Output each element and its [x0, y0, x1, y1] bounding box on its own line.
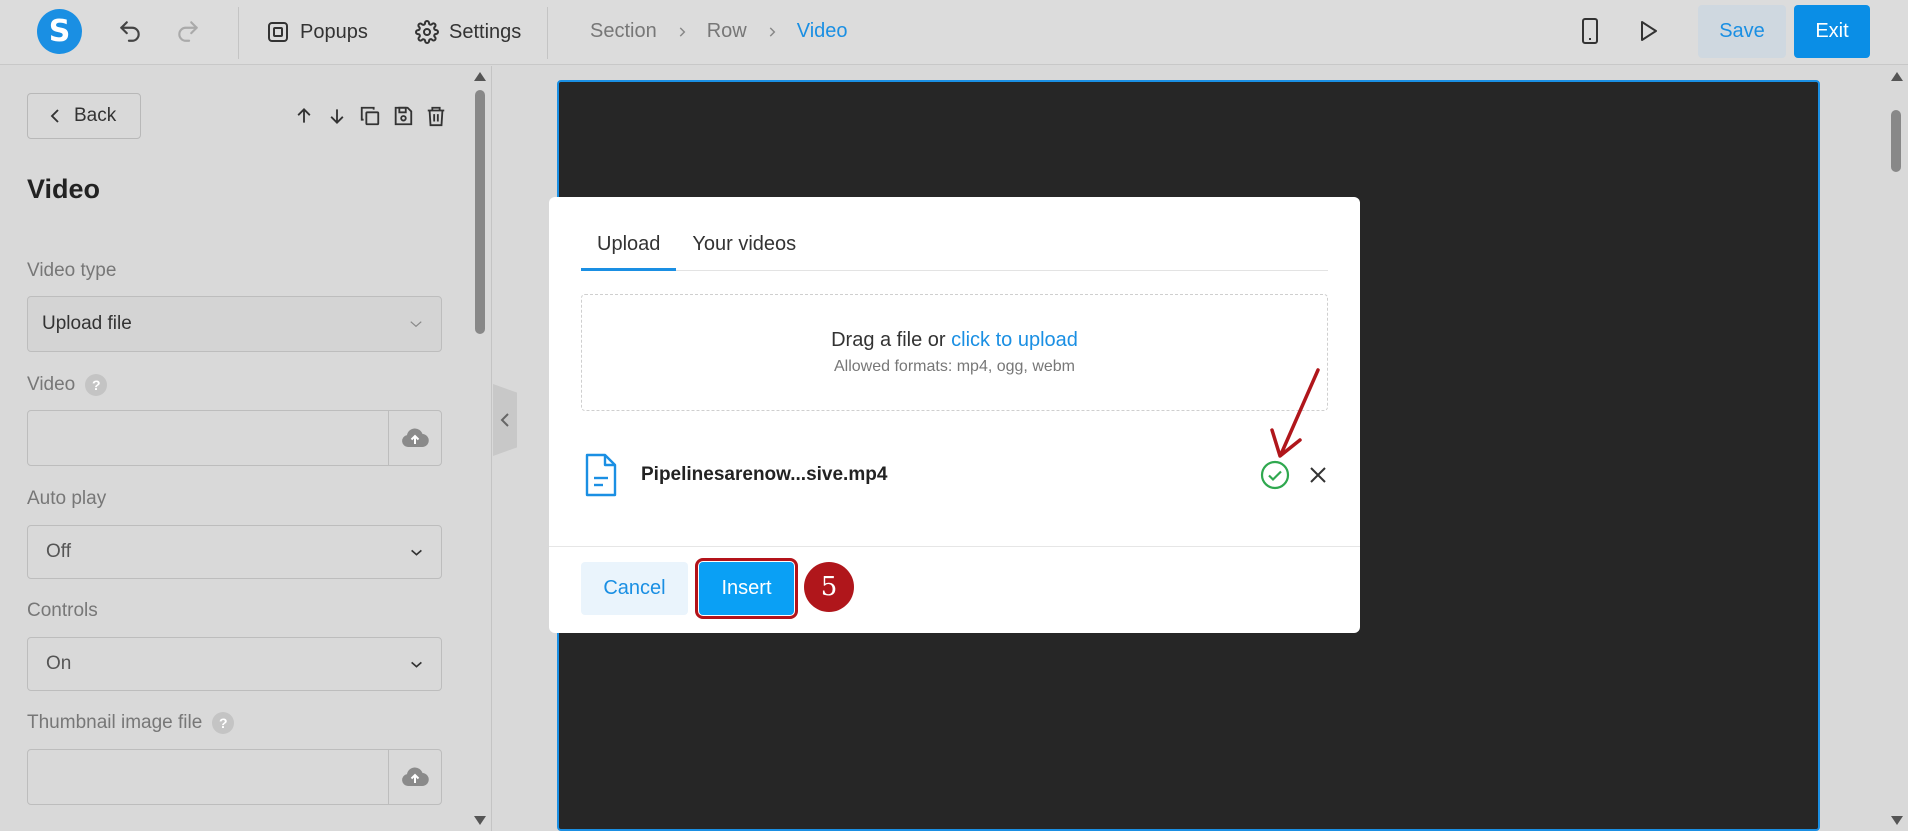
- tab-upload[interactable]: Upload: [581, 227, 677, 271]
- toolbar-divider: [547, 7, 548, 59]
- play-icon[interactable]: [1631, 14, 1665, 48]
- uploaded-file-item: Pipelinesarenow...sive.mp4: [581, 447, 1328, 503]
- chevron-left-icon: [50, 109, 59, 123]
- breadcrumb-row[interactable]: Row: [707, 20, 747, 43]
- uploaded-file-name: Pipelinesarenow...sive.mp4: [641, 464, 888, 485]
- chevron-down-icon: [410, 321, 422, 328]
- video-label-text: Video: [27, 374, 76, 395]
- element-tools: [290, 102, 450, 130]
- autoplay-value: Off: [46, 541, 71, 562]
- controls-label: Controls: [27, 600, 98, 621]
- arrow-up-icon[interactable]: [290, 102, 318, 130]
- collapse-panel-toggle[interactable]: [493, 384, 517, 456]
- save-icon[interactable]: [389, 102, 417, 130]
- chevron-right-icon: [765, 25, 779, 39]
- scroll-down-icon[interactable]: [474, 816, 486, 825]
- exit-button[interactable]: Exit: [1794, 5, 1870, 58]
- help-icon[interactable]: ?: [85, 374, 108, 396]
- autoplay-label: Auto play: [27, 488, 107, 509]
- canvas-scroll-thumb[interactable]: [1891, 110, 1901, 172]
- cloud-upload-icon[interactable]: [388, 750, 441, 804]
- dialog-tabs: Upload Your videos: [581, 227, 1328, 271]
- canvas-scrollbar[interactable]: [1886, 66, 1908, 831]
- video-upload-dialog: Upload Your videos Drag a file or click …: [549, 197, 1360, 633]
- panel-title: Video: [27, 174, 101, 204]
- scroll-down-icon[interactable]: [1891, 816, 1903, 825]
- scroll-up-icon[interactable]: [1891, 72, 1903, 81]
- thumbnail-file-input[interactable]: [27, 749, 442, 805]
- scroll-up-icon[interactable]: [474, 72, 486, 81]
- top-toolbar: S Popups Settings Section Row Video Save…: [0, 0, 1908, 65]
- panel-scroll-thumb[interactable]: [475, 90, 485, 334]
- properties-panel: Back Video Video type Upload file Video …: [0, 66, 492, 831]
- settings-label: Settings: [449, 20, 522, 43]
- click-to-upload-link[interactable]: click to upload: [951, 329, 1078, 351]
- trash-icon[interactable]: [422, 102, 450, 130]
- panel-scrollbar[interactable]: [470, 66, 492, 831]
- chevron-down-icon: [411, 549, 422, 556]
- chevron-right-icon: [675, 25, 689, 39]
- thumbnail-label: Thumbnail image file ?: [27, 712, 235, 734]
- autoplay-select[interactable]: Off: [27, 525, 442, 579]
- video-type-value: Upload file: [42, 313, 132, 334]
- popups-icon: [268, 22, 288, 42]
- help-icon[interactable]: ?: [212, 712, 235, 734]
- chevron-down-icon: [411, 661, 422, 668]
- thumbnail-label-text: Thumbnail image file: [27, 712, 203, 733]
- settings-button[interactable]: Settings: [415, 14, 521, 50]
- breadcrumb-section[interactable]: Section: [590, 20, 657, 43]
- controls-value: On: [46, 653, 72, 674]
- popups-label: Popups: [300, 20, 368, 43]
- step-number-badge: 5: [804, 562, 854, 612]
- insert-button[interactable]: Insert: [695, 558, 798, 619]
- save-button[interactable]: Save: [1698, 5, 1786, 58]
- cloud-upload-icon[interactable]: [388, 411, 441, 465]
- upload-dropzone[interactable]: Drag a file or click to upload Allowed f…: [581, 294, 1328, 411]
- copy-icon[interactable]: [356, 102, 384, 130]
- video-label: Video ?: [27, 374, 108, 396]
- allowed-formats: Allowed formats: mp4, ogg, webm: [834, 358, 1075, 375]
- toolbar-divider: [238, 7, 239, 59]
- popups-button[interactable]: Popups: [266, 14, 368, 50]
- dropzone-text: Drag a file or: [831, 329, 952, 351]
- file-document-icon: [585, 453, 617, 497]
- video-type-select[interactable]: Upload file: [27, 296, 442, 352]
- mobile-preview-icon[interactable]: [1573, 14, 1607, 48]
- cancel-button[interactable]: Cancel: [581, 562, 688, 615]
- arrow-down-icon[interactable]: [323, 102, 351, 130]
- back-button[interactable]: Back: [27, 93, 141, 139]
- breadcrumb: Section Row Video: [590, 20, 848, 43]
- undo-icon[interactable]: [113, 14, 147, 48]
- gear-icon: [415, 20, 439, 44]
- tab-your-videos[interactable]: Your videos: [676, 227, 812, 271]
- video-file-text[interactable]: [28, 411, 388, 465]
- thumbnail-file-text[interactable]: [28, 750, 388, 804]
- video-file-input[interactable]: [27, 410, 442, 466]
- dialog-divider: [549, 546, 1360, 547]
- redo-icon[interactable]: [171, 14, 205, 48]
- annotation-arrow-icon: [1270, 368, 1320, 458]
- back-label: Back: [74, 105, 117, 126]
- app-logo[interactable]: S: [37, 9, 82, 54]
- dropzone-instructions: Drag a file or click to upload: [582, 329, 1327, 352]
- breadcrumb-video[interactable]: Video: [797, 20, 848, 43]
- controls-select[interactable]: On: [27, 637, 442, 691]
- chevron-left-icon: [500, 413, 509, 427]
- video-type-label: Video type: [27, 260, 117, 281]
